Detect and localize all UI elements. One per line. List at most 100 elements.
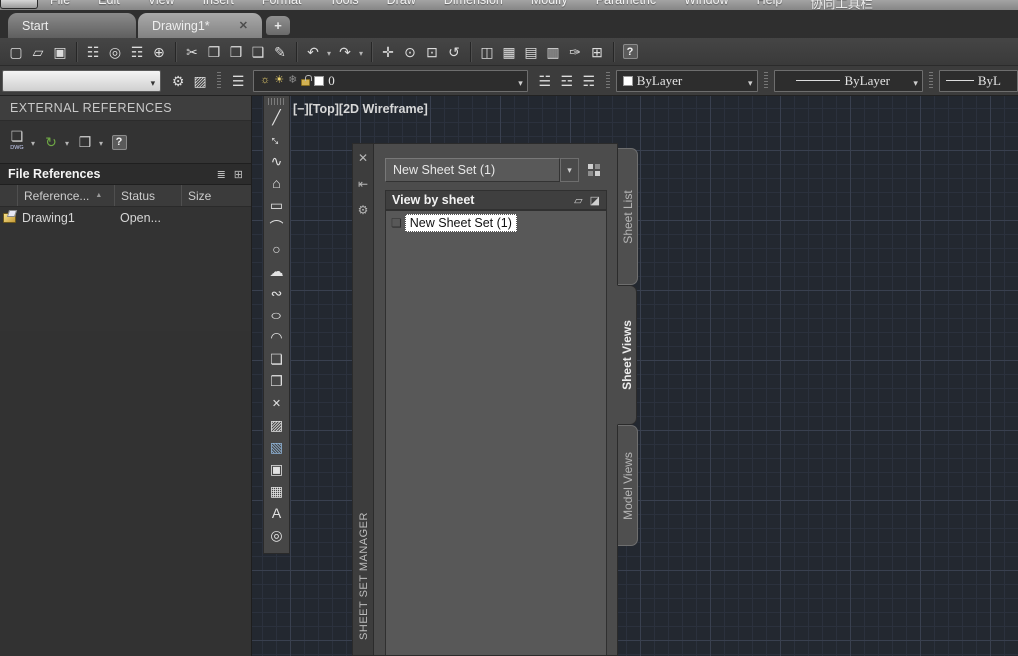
linetype-combo[interactable]: ByLayer ▾	[774, 70, 923, 92]
menu-view[interactable]: View	[134, 0, 189, 10]
polygon-tool-button[interactable]: ⌂	[265, 172, 288, 194]
publish-button[interactable]: ⊕	[148, 41, 170, 63]
application-menu-button[interactable]	[0, 0, 38, 9]
manage-sheet-sets-icon[interactable]	[588, 162, 602, 176]
cut-button[interactable]: ✂	[181, 41, 203, 63]
table-row[interactable]: Drawing1 Open...	[0, 207, 251, 229]
rectangle-tool-button[interactable]: ▭	[265, 194, 288, 216]
zoom-window-button[interactable]: ⊡	[421, 41, 443, 63]
designcenter-button[interactable]: ▦	[498, 41, 520, 63]
arc-tool-button[interactable]: ⌒	[265, 216, 288, 238]
sheet-tree[interactable]: ❏ New Sheet Set (1)	[385, 210, 607, 655]
undo-button[interactable]: ↶	[302, 41, 324, 63]
point-tool-button[interactable]: ✕	[265, 392, 288, 414]
layer-previous-button[interactable]: ☲	[556, 70, 578, 92]
pan-button[interactable]: ✛	[377, 41, 399, 63]
hatch-tool-button[interactable]: ▨	[265, 414, 288, 436]
plot-button[interactable]: ☶	[126, 41, 148, 63]
add-selected-tool-button[interactable]: ◎	[265, 524, 288, 546]
icon-column-header[interactable]	[0, 185, 18, 206]
print-preview-button[interactable]: ◎	[104, 41, 126, 63]
menu-tools[interactable]: Tools	[315, 0, 372, 10]
copy-button[interactable]: ❐	[203, 41, 225, 63]
zoom-previous-button[interactable]: ↺	[443, 41, 465, 63]
viewport-frame-button[interactable]: ▨	[189, 70, 211, 92]
tab-start[interactable]: Start	[8, 13, 136, 38]
lineweight-combo[interactable]: ByL	[939, 70, 1018, 92]
region-tool-button[interactable]: ▣	[265, 458, 288, 480]
menu-window[interactable]: Window	[670, 0, 742, 10]
construction-line-tool-button[interactable]: ↔	[265, 128, 288, 150]
auto-hide-icon[interactable]: ⇤	[353, 174, 373, 194]
workspace-settings-button[interactable]: ⚙	[167, 70, 189, 92]
refresh-button[interactable]: ↻	[40, 131, 62, 153]
workspace-combo[interactable]: ▾	[2, 70, 161, 92]
write-block-button[interactable]: ❑	[247, 41, 269, 63]
ellipse-arc-tool-button[interactable]: ◠	[265, 326, 288, 348]
insert-block-tool-button[interactable]: ❏	[265, 348, 288, 370]
sheet-set-combo[interactable]: New Sheet Set (1)	[385, 158, 560, 182]
menu-parametric[interactable]: Parametric	[582, 0, 670, 10]
redo-button[interactable]: ↷	[334, 41, 356, 63]
print-button[interactable]: ☷	[82, 41, 104, 63]
viewport-controls[interactable]: [−][Top][2D Wireframe]	[293, 102, 428, 116]
new-file-button[interactable]: ▢	[5, 41, 27, 63]
spline-tool-button[interactable]: ∾	[265, 282, 288, 304]
tree-item-selected[interactable]: ❏ New Sheet Set (1)	[388, 214, 517, 232]
tree-view-icon[interactable]: ⊞	[234, 168, 243, 181]
paste-button[interactable]: ❒	[225, 41, 247, 63]
ellipse-tool-button[interactable]: ○	[265, 304, 288, 326]
zoom-realtime-button[interactable]: ⊙	[399, 41, 421, 63]
line-tool-button[interactable]: ╱	[265, 106, 288, 128]
menu-format[interactable]: Format	[248, 0, 316, 10]
status-column-header[interactable]: Status	[115, 185, 182, 206]
make-block-tool-button[interactable]: ❐	[265, 370, 288, 392]
toolbar-grip[interactable]	[268, 98, 285, 105]
size-column-header[interactable]: Size	[182, 185, 247, 206]
gradient-tool-button[interactable]: ▧	[265, 436, 288, 458]
match-properties-button[interactable]: ✎	[269, 41, 291, 63]
multiline-text-tool-button[interactable]: A	[265, 502, 288, 524]
tab-sheet-views[interactable]: Sheet Views	[617, 285, 637, 425]
folder-icon[interactable]: ▱	[574, 194, 582, 207]
help-button[interactable]: ?	[619, 41, 641, 63]
attach-dwg-button[interactable]: ❏DWG	[6, 131, 28, 153]
polyline-tool-button[interactable]: ∿	[265, 150, 288, 172]
close-palette-icon[interactable]: ✕	[353, 148, 373, 168]
list-view-icon[interactable]: ≣	[217, 168, 226, 181]
circle-tool-button[interactable]: ○	[265, 238, 288, 260]
menu-help[interactable]: Help	[743, 0, 797, 10]
change-path-button[interactable]: ❒	[74, 131, 96, 153]
quickcalc-button[interactable]: ⊞	[586, 41, 608, 63]
file-list-area[interactable]	[0, 331, 251, 656]
tab-drawing1[interactable]: Drawing1* ✕	[138, 13, 262, 38]
save-button[interactable]: ▣	[49, 41, 71, 63]
reference-column-header[interactable]: Reference... ▲	[18, 185, 115, 206]
layer-states-button[interactable]: ☱	[534, 70, 556, 92]
menu-insert[interactable]: Insert	[189, 0, 248, 10]
palette-properties-icon[interactable]: ⚙	[353, 200, 373, 220]
properties-button[interactable]: ◫	[476, 41, 498, 63]
layer-properties-button[interactable]: ☰	[227, 70, 249, 92]
help-button[interactable]: ?	[108, 131, 130, 153]
new-tab-button[interactable]: +	[266, 16, 290, 35]
close-tab-icon[interactable]: ✕	[239, 19, 248, 32]
menu-modify[interactable]: Modify	[517, 0, 582, 10]
new-sheet-icon[interactable]: ◪	[590, 194, 600, 207]
tab-model-views[interactable]: Model Views	[618, 425, 638, 546]
revision-cloud-tool-button[interactable]: ☁	[265, 260, 288, 282]
layer-combo[interactable]: ☼☀❄ 0 ▾	[253, 70, 528, 92]
tool-palettes-button[interactable]: ▤	[520, 41, 542, 63]
menu-draw[interactable]: Draw	[373, 0, 430, 10]
menu-collab-toolbar[interactable]: 协同工具栏	[796, 0, 887, 10]
sheet-set-combo-arrow[interactable]: ▾	[560, 158, 579, 182]
layer-translate-button[interactable]: ☴	[578, 70, 600, 92]
menu-file[interactable]: File	[36, 0, 84, 10]
sheet-set-manager-button[interactable]: ▥	[542, 41, 564, 63]
tab-sheet-list[interactable]: Sheet List	[618, 148, 638, 285]
menu-edit[interactable]: Edit	[84, 0, 134, 10]
color-combo[interactable]: ByLayer ▾	[616, 70, 758, 92]
table-tool-button[interactable]: ▦	[265, 480, 288, 502]
menu-dimension[interactable]: Dimension	[430, 0, 517, 10]
open-button[interactable]: ▱	[27, 41, 49, 63]
